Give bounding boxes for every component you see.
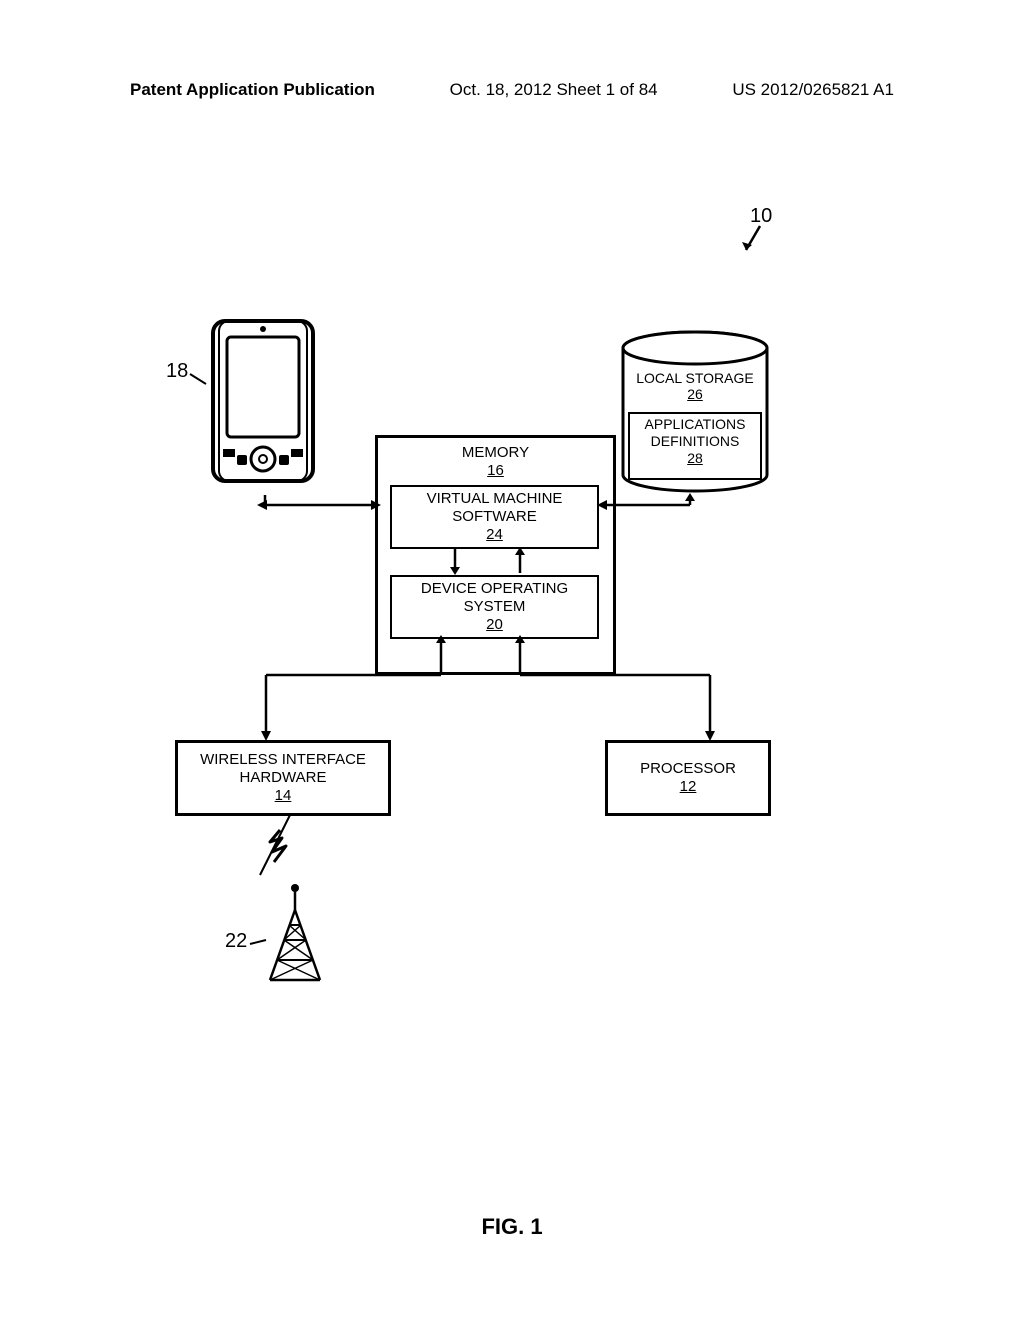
storage-label: LOCAL STORAGE 26 [620, 370, 770, 402]
leader-22 [248, 938, 268, 952]
arrow-vm-storage [595, 493, 705, 523]
processor-num: 12 [680, 778, 697, 796]
tower-icon [260, 880, 330, 990]
vm-l1: VIRTUAL MACHINE [427, 490, 563, 508]
wireless-l1: WIRELESS INTERFACE [200, 751, 366, 769]
appdefs-l1: APPLICATIONS [645, 416, 746, 432]
app-definitions-box: APPLICATIONS DEFINITIONS 28 [628, 412, 762, 480]
arrow-ref-10 [740, 220, 780, 260]
os-l1: DEVICE OPERATING [421, 580, 568, 598]
storage-num: 26 [687, 386, 703, 402]
arrow-vm-os-down [445, 545, 475, 577]
header-right: US 2012/0265821 A1 [732, 80, 894, 100]
wireless-l2: HARDWARE [240, 769, 327, 787]
appdefs-l2: DEFINITIONS [651, 433, 740, 449]
processor-box: PROCESSOR 12 [605, 740, 771, 816]
ref-label-18: 18 [166, 360, 188, 383]
arrow-os-processor [510, 635, 730, 745]
arrow-os-wireless [256, 635, 456, 745]
pda-device-icon [205, 315, 325, 495]
os-num: 20 [486, 616, 503, 634]
processor-l1: PROCESSOR [640, 760, 736, 778]
local-storage-cylinder: LOCAL STORAGE 26 APPLICATIONS DEFINITION… [620, 330, 770, 495]
figure-caption: FIG. 1 [0, 1214, 1024, 1240]
vm-num: 24 [486, 526, 503, 544]
storage-text: LOCAL STORAGE [636, 370, 753, 386]
wireless-signal-icon [250, 810, 310, 890]
memory-title: MEMORY 16 [378, 444, 613, 480]
os-l2: SYSTEM [464, 598, 526, 616]
arrow-os-vm-up [510, 545, 540, 577]
wireless-num: 14 [275, 787, 292, 805]
header-center: Oct. 18, 2012 Sheet 1 of 84 [450, 80, 658, 100]
ref-label-22: 22 [225, 930, 247, 953]
os-box: DEVICE OPERATING SYSTEM 20 [390, 575, 599, 639]
vm-l2: SOFTWARE [452, 508, 536, 526]
arrow-pda-up [255, 493, 275, 508]
appdefs-num: 28 [687, 450, 703, 466]
wireless-box: WIRELESS INTERFACE HARDWARE 14 [175, 740, 391, 816]
memory-num: 16 [487, 462, 504, 479]
header-left: Patent Application Publication [130, 80, 375, 100]
page-header: Patent Application Publication Oct. 18, … [0, 0, 1024, 100]
leader-18 [188, 372, 208, 386]
vm-software-box: VIRTUAL MACHINE SOFTWARE 24 [390, 485, 599, 549]
diagram: 10 18 LOCAL STORAGE 26 APP [0, 100, 1024, 1200]
memory-text: MEMORY [462, 444, 529, 461]
